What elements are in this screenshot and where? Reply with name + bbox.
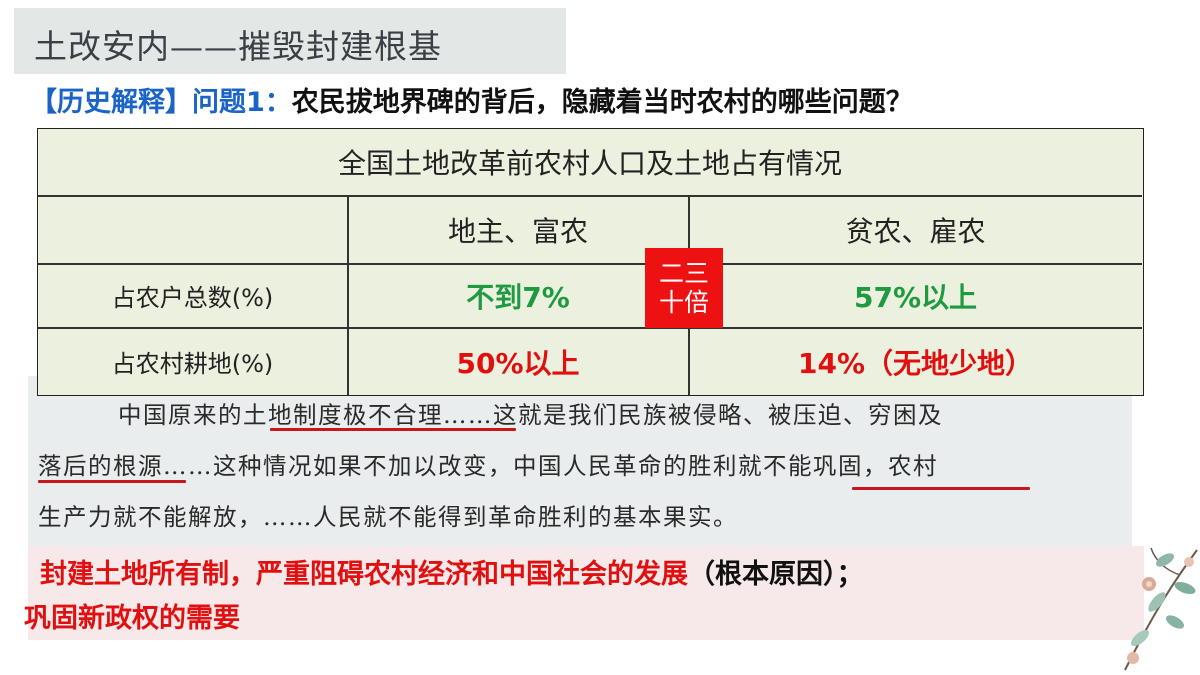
conclusion-line-2: 巩固新政权的需要 <box>24 603 240 634</box>
table-caption: 全国土地改革前农村人口及土地占有情况 <box>337 147 842 180</box>
underline-cannot-consolidate <box>852 487 1030 490</box>
underline-land-system <box>270 428 516 431</box>
question-text: 农民拔地界碑的背后，隐藏着当时农村的哪些问题？ <box>291 87 913 118</box>
conclusion-note: （根本原因）； <box>688 559 864 590</box>
quote-line-2: 落后的根源……这种情况如果不加以改变，中国人民革命的胜利就不能巩固，农村 <box>38 452 938 480</box>
ratio-line-1: 二三 <box>658 258 709 288</box>
question-line: 【历史解释】问题1：农民拔地界碑的背后，隐藏着当时农村的哪些问题？ <box>30 80 913 119</box>
title-banner: 土改安内——摧毁封建根基 <box>14 8 566 74</box>
land-table: 全国土地改革前农村人口及土地占有情况 地主、富农 贫农、雇农 占农户总数(%) … <box>37 128 1144 396</box>
quote-line-3: 生产力就不能解放，……人民就不能得到革命胜利的基本果实。 <box>38 503 738 531</box>
conclusion-main: 封建土地所有制，严重阻碍农村经济和中国社会的发展 <box>40 559 688 590</box>
row-label-farmland: 占农村耕地(%) <box>111 350 274 378</box>
underline-root-cause <box>38 480 186 483</box>
cell-landlords-households: 不到7% <box>466 280 570 314</box>
cell-poor-farmland: 14%（无地少地） <box>797 346 1034 380</box>
page-title: 土改安内——摧毁封建根基 <box>34 27 442 66</box>
question-tag: 【历史解释】问题1： <box>30 87 292 118</box>
floral-branch-icon <box>1124 547 1198 671</box>
cell-landlords-farmland: 50%以上 <box>456 346 580 380</box>
ratio-badge: 二三 十倍 <box>645 248 723 328</box>
cell-poor-households: 57%以上 <box>853 280 978 314</box>
conclusion-line-1: 封建土地所有制，严重阻碍农村经济和中国社会的发展（根本原因）； <box>40 552 864 591</box>
row-label-households: 占农户总数(%) <box>111 284 274 312</box>
ratio-line-2: 十倍 <box>658 288 709 317</box>
column-header-landlords: 地主、富农 <box>447 214 588 248</box>
quote-line-1: 中国原来的土地制度极不合理……这就是我们民族被侵略、被压迫、穷困及 <box>118 401 943 429</box>
column-header-poor-peasants: 贫农、雇农 <box>845 214 986 248</box>
